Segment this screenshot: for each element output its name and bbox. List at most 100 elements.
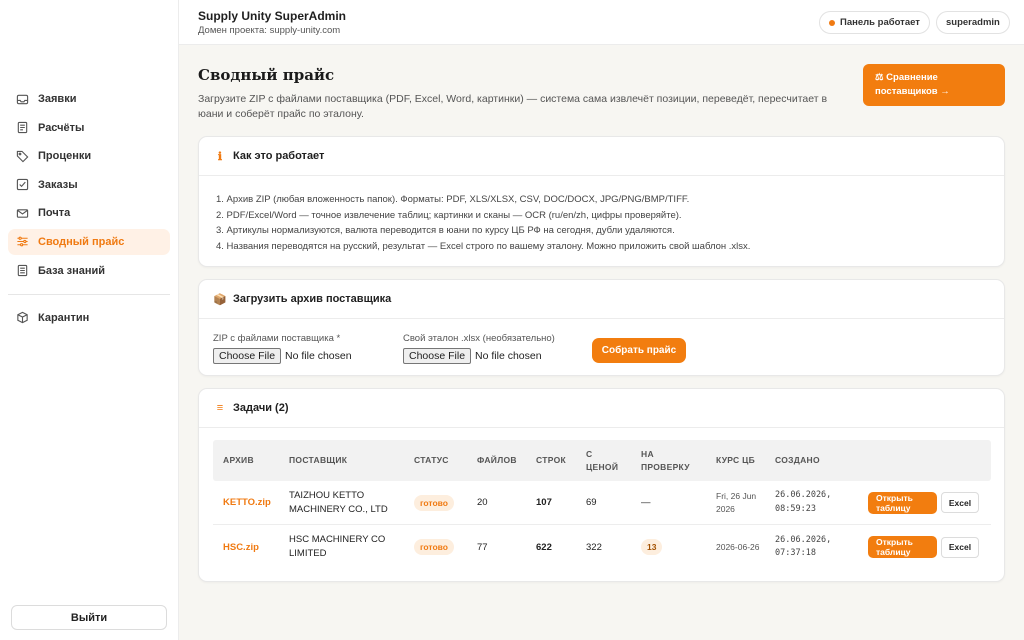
- table-row: HSC.zip HSC MACHINERY CO LIMITED готово …: [213, 525, 991, 569]
- step-item: 1. Архив ZIP (любая вложенность папок). …: [216, 194, 690, 205]
- to-review-badge: 13: [641, 539, 663, 555]
- step-item: 2. PDF/Excel/Word — точное извлечение та…: [216, 209, 682, 221]
- col-rate: КУРС ЦБ: [716, 455, 756, 465]
- supplier-name: HSC MACHINERY CO LIMITED: [289, 534, 386, 559]
- row-actions: Открыть таблицу Excel: [860, 491, 991, 514]
- page-description: Загрузите ZIP с файлами поставщика (PDF,…: [198, 93, 828, 120]
- archive-link[interactable]: KETTO.zip: [223, 497, 271, 508]
- sidebar-item-label: Расчёты: [38, 121, 85, 134]
- col-with-price: С ЦЕНОЙ: [586, 448, 619, 472]
- template-field-label: Свой эталон .xlsx (необязательно): [403, 333, 555, 344]
- user-menu[interactable]: superadmin: [936, 11, 1010, 34]
- col-to-review: НА ПРОВЕРКУ: [641, 448, 690, 472]
- top-header: Supply Unity SuperAdmin Домен проекта: s…: [179, 0, 1024, 45]
- table-header: АРХИВ ПОСТАВЩИК СТАТУС ФАЙЛОВ СТРОК С ЦЕ…: [213, 440, 991, 481]
- sidebar-item-requests[interactable]: Заявки: [8, 86, 170, 112]
- to-review-count: —: [641, 497, 651, 508]
- files-count: 20: [477, 497, 488, 508]
- sidebar-item-quarantine[interactable]: Карантин: [8, 305, 170, 331]
- with-price-count: 322: [586, 541, 602, 553]
- how-it-works-card: ℹ Как это работает 1. Архив ZIP (любая в…: [198, 136, 1005, 267]
- sidebar-item-label: Проценки: [38, 150, 92, 163]
- open-table-button[interactable]: Открыть таблицу: [868, 536, 937, 558]
- status-badge: готово: [414, 539, 454, 555]
- sidebar-item-calculations[interactable]: Расчёты: [8, 115, 170, 141]
- how-it-works-title: Как это работает: [233, 150, 325, 162]
- sidebar-item-price-summary[interactable]: Сводный прайс: [8, 228, 170, 255]
- project-domain: Домен проекта: supply-unity.com: [198, 25, 341, 36]
- files-count: 77: [477, 541, 488, 553]
- panel-status-label: Панель работает: [840, 17, 920, 28]
- app-title: Supply Unity SuperAdmin: [198, 9, 347, 23]
- sidebar-divider: [8, 293, 170, 295]
- logout-button[interactable]: Выйти: [11, 605, 167, 630]
- row-actions: Открыть таблицу Excel: [860, 536, 991, 558]
- sidebar-item-quotes[interactable]: Проценки: [8, 143, 170, 169]
- template-choose-file-button[interactable]: Choose File: [403, 348, 472, 364]
- how-it-works-steps: 1. Архив ZIP (любая вложенность папок). …: [199, 176, 1004, 255]
- sidebar-item-label: База знаний: [38, 264, 106, 277]
- col-archive: АРХИВ: [223, 455, 254, 465]
- zip-file-input: Choose File No file chosen: [213, 348, 352, 364]
- sidebar: Заявки Расчёты Проценки Заказы Почта Сво…: [0, 0, 179, 640]
- document-icon: [16, 121, 29, 134]
- sidebar-item-label: Почта: [38, 207, 71, 220]
- tasks-title: Задачи (2): [233, 402, 289, 414]
- sliders-icon: [16, 235, 29, 248]
- col-supplier: ПОСТАВЩИК: [289, 455, 348, 465]
- zip-field-label: ZIP с файлами поставщика *: [213, 333, 341, 344]
- sidebar-item-label: Заявки: [38, 93, 77, 105]
- supplier-name: TAIZHOU KETTO MACHINERY CO., LTD: [289, 489, 388, 515]
- box-icon: [16, 311, 29, 324]
- tasks-table: АРХИВ ПОСТАВЩИК СТАТУС ФАЙЛОВ СТРОК С ЦЕ…: [213, 440, 991, 569]
- inbox-icon: [16, 93, 29, 106]
- sidebar-item-label: Карантин: [38, 311, 90, 324]
- checkbox-icon: [16, 178, 29, 191]
- archive-link[interactable]: HSC.zip: [223, 542, 259, 553]
- build-price-button[interactable]: Собрать прайс: [592, 338, 686, 363]
- excel-download-button[interactable]: Excel: [941, 536, 979, 558]
- template-file-status: No file chosen: [475, 350, 542, 362]
- package-icon: 📦: [213, 293, 227, 306]
- sidebar-item-knowledge-base[interactable]: База знаний: [8, 258, 170, 284]
- tag-icon: [16, 150, 29, 163]
- info-icon: ℹ: [217, 150, 223, 163]
- status-badge: готово: [414, 494, 454, 511]
- step-item: 3. Артикулы нормализуются, валюта перево…: [216, 225, 675, 237]
- open-table-button[interactable]: Открыть таблицу: [868, 491, 937, 514]
- book-icon: [16, 264, 29, 277]
- created-at: 26.06.2026, 08:59:23: [775, 490, 832, 514]
- sidebar-item-label: Сводный прайс: [38, 235, 125, 248]
- tasks-card: ≡ Задачи (2) АРХИВ ПОСТАВЩИК СТАТУС ФАЙЛ…: [198, 388, 1005, 582]
- zip-choose-file-button[interactable]: Choose File: [213, 348, 282, 364]
- status-dot-icon: [829, 19, 835, 26]
- sidebar-item-orders[interactable]: Заказы: [8, 172, 170, 198]
- compare-suppliers-button[interactable]: ⚖ Сравнение поставщиков →: [863, 64, 1005, 106]
- col-status: СТАТУС: [414, 455, 449, 465]
- panel-status-badge: Панель работает: [819, 11, 930, 34]
- col-created: СОЗДАНО: [775, 455, 820, 465]
- tasks-header: ≡ Задачи (2): [199, 389, 1004, 428]
- page-title: Сводный прайс: [198, 66, 335, 84]
- created-at: 26.06.2026, 07:37:18: [775, 534, 832, 559]
- table-row: KETTO.zip TAIZHOU KETTO MACHINERY CO., L…: [213, 481, 991, 525]
- lines-count: 107: [536, 497, 552, 508]
- upload-title: Загрузить архив поставщика: [233, 293, 392, 305]
- col-files: ФАЙЛОВ: [477, 455, 517, 465]
- how-it-works-header: ℹ Как это работает: [199, 137, 1004, 176]
- excel-download-button[interactable]: Excel: [941, 492, 979, 513]
- step-item: 4. Названия переводятся на русский, резу…: [216, 241, 751, 253]
- upload-header: 📦 Загрузить архив поставщика: [199, 280, 1004, 319]
- with-price-count: 69: [586, 497, 597, 508]
- mail-icon: [16, 207, 29, 220]
- zip-file-status: No file chosen: [285, 350, 352, 362]
- sidebar-item-mail[interactable]: Почта: [8, 200, 170, 226]
- lines-count: 622: [536, 541, 552, 553]
- template-file-input: Choose File No file chosen: [403, 348, 542, 364]
- cb-rate-date: Fri, 26 Jun 2026: [716, 490, 757, 514]
- list-icon: ≡: [216, 402, 224, 414]
- upload-card: 📦 Загрузить архив поставщика ZIP с файла…: [198, 279, 1005, 376]
- sidebar-item-label: Заказы: [38, 178, 78, 191]
- col-lines: СТРОК: [536, 455, 566, 465]
- cb-rate-date: 2026-06-26: [716, 541, 760, 552]
